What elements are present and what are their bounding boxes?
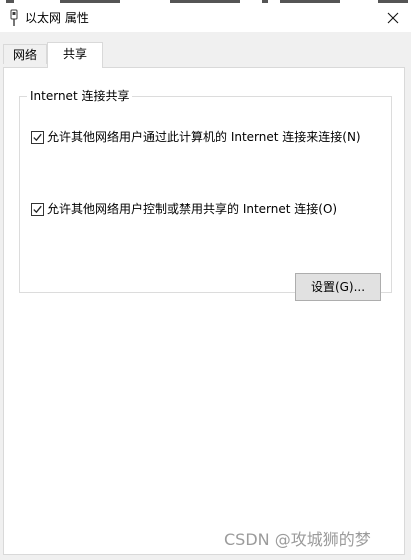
network-adapter-icon bbox=[8, 9, 20, 27]
allow-control-label[interactable]: 允许其他网络用户控制或禁用共享的 Internet 连接(O) bbox=[47, 201, 337, 217]
sharing-tab-panel: Internet 连接共享 允许其他网络用户通过此计算机的 Internet 连… bbox=[3, 67, 405, 555]
checkmark-icon bbox=[33, 133, 42, 142]
settings-button[interactable]: 设置(G)... bbox=[295, 273, 381, 301]
allow-connect-label[interactable]: 允许其他网络用户通过此计算机的 Internet 连接来连接(N) bbox=[47, 129, 361, 145]
strip-mark bbox=[378, 0, 408, 3]
strip-mark bbox=[170, 0, 240, 3]
strip-mark bbox=[280, 0, 340, 3]
tab-sharing-label: 共享 bbox=[62, 47, 87, 61]
allow-connect-checkbox[interactable] bbox=[31, 131, 44, 144]
title-bar: 以太网 属性 bbox=[0, 4, 411, 32]
close-button[interactable] bbox=[375, 4, 411, 32]
strip-mark bbox=[6, 0, 14, 3]
watermark: CSDN @攻城狮的梦 bbox=[224, 530, 371, 549]
internet-connection-sharing-group: Internet 连接共享 允许其他网络用户通过此计算机的 Internet 连… bbox=[19, 88, 392, 301]
group-title: Internet 连接共享 bbox=[27, 88, 133, 104]
checkmark-icon bbox=[33, 205, 42, 214]
window-title: 以太网 属性 bbox=[25, 11, 89, 25]
settings-button-label: 设置(G)... bbox=[310, 280, 366, 294]
tab-network-label: 网络 bbox=[12, 48, 37, 62]
close-icon bbox=[387, 12, 399, 24]
tab-sharing[interactable]: 共享 bbox=[47, 42, 103, 68]
dialog-body: 网络 共享 Internet 连接共享 允许其他网络用户通过此计算机的 Inte… bbox=[0, 32, 411, 560]
strip-mark bbox=[60, 0, 120, 3]
strip-mark bbox=[262, 0, 268, 3]
allow-control-checkbox[interactable] bbox=[31, 203, 44, 216]
tab-network[interactable]: 网络 bbox=[3, 44, 47, 64]
